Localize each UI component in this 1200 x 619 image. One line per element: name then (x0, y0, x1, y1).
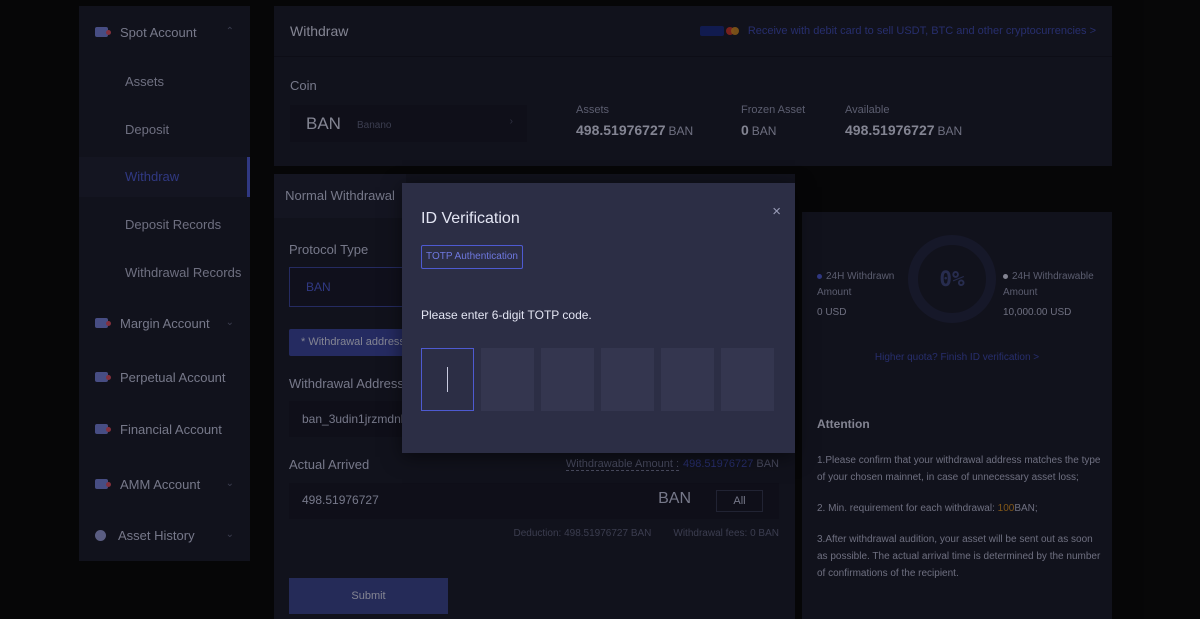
tab-totp-authentication[interactable]: TOTP Authentication (421, 245, 523, 269)
close-icon[interactable]: × (772, 203, 781, 220)
totp-digit-3[interactable] (541, 348, 594, 411)
totp-digit-6[interactable] (721, 348, 774, 411)
totp-digit-4[interactable] (601, 348, 654, 411)
totp-digit-1[interactable] (421, 348, 474, 411)
totp-digit-5[interactable] (661, 348, 714, 411)
id-verification-modal: ID Verification × TOTP Authentication Pl… (402, 183, 795, 453)
totp-code-input (421, 348, 781, 411)
totp-prompt: Please enter 6-digit TOTP code. (421, 308, 592, 322)
modal-title: ID Verification (421, 210, 520, 227)
totp-digit-2[interactable] (481, 348, 534, 411)
